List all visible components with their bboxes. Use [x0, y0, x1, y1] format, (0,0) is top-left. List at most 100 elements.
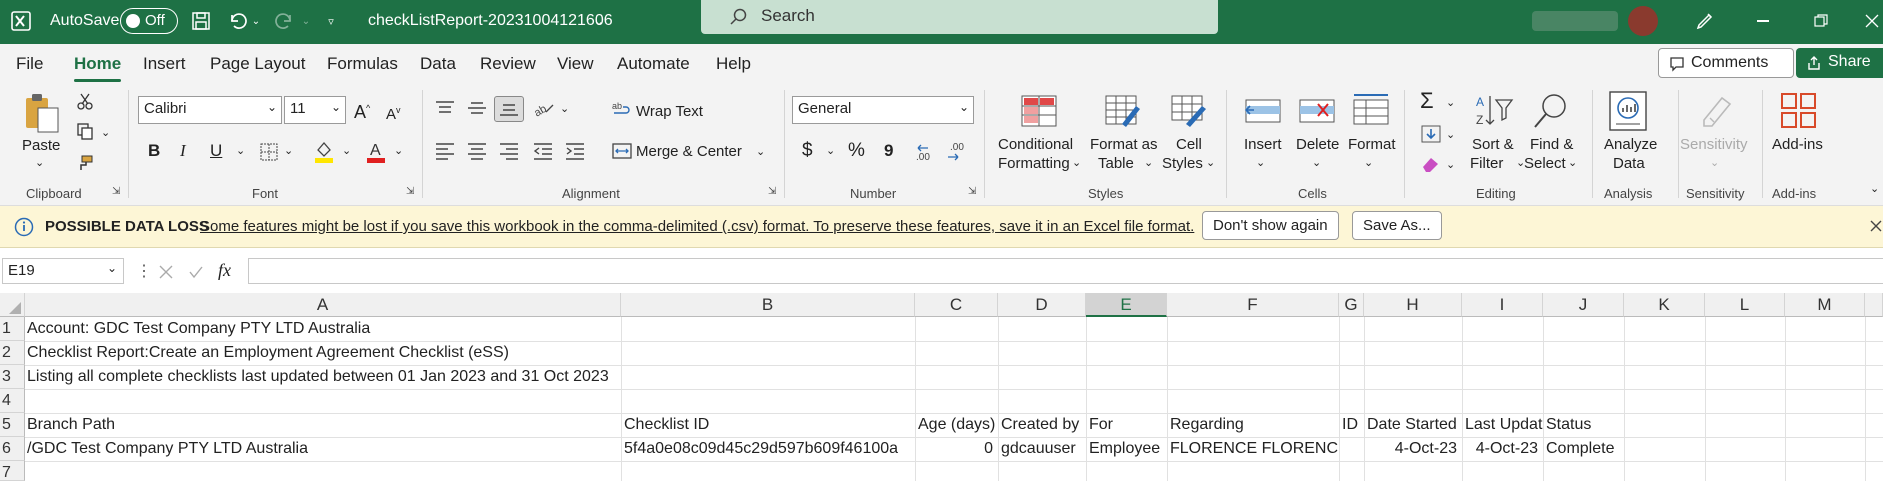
number-launcher-icon[interactable]: ⇲ [968, 186, 976, 197]
select-all-corner[interactable] [0, 293, 25, 317]
number-format-combo[interactable]: General ⌄ [792, 96, 974, 124]
wrap-text-label[interactable]: Wrap Text [636, 103, 703, 121]
column-header-b[interactable]: B [621, 293, 915, 317]
row-header-5[interactable]: 5 [0, 413, 25, 437]
font-size-combo[interactable]: 11 ⌄ [284, 96, 346, 124]
delete-label[interactable]: Delete [1296, 136, 1339, 154]
cell-styles-label2[interactable]: Styles [1162, 155, 1203, 173]
font-launcher-icon[interactable]: ⇲ [406, 186, 414, 197]
borders-dropdown-icon[interactable]: ⌄ [284, 142, 293, 160]
cell-styles-icon[interactable] [1170, 94, 1208, 131]
increase-decimal-icon[interactable]: .00 [914, 140, 938, 167]
align-center-icon[interactable] [466, 142, 488, 163]
conditional-formatting-label1[interactable]: Conditional [998, 136, 1073, 154]
chevron-down-icon[interactable]: ⌄ [1206, 154, 1215, 172]
row-header-1[interactable]: 1 [0, 317, 25, 341]
underline-button[interactable]: U [210, 142, 222, 160]
align-middle-icon[interactable] [466, 100, 488, 119]
copy-dropdown-icon[interactable]: ⌄ [101, 124, 110, 142]
find-select-label2[interactable]: Select [1524, 155, 1566, 173]
collapse-ribbon-icon[interactable]: ⌄ [1870, 180, 1879, 198]
percent-button[interactable]: % [848, 141, 865, 160]
row-header-4[interactable]: 4 [0, 389, 25, 413]
chevron-down-icon[interactable]: ⌄ [1364, 154, 1373, 172]
cell-b5[interactable]: Checklist ID [622, 413, 915, 437]
sort-filter-label1[interactable]: Sort & [1472, 136, 1514, 154]
chevron-down-icon[interactable]: ⌄ [1568, 154, 1577, 172]
cell-g5[interactable]: ID [1340, 413, 1364, 437]
cell-f6[interactable]: FLORENCE FLORENCE [1168, 437, 1339, 461]
add-ins-icon[interactable] [1780, 92, 1818, 133]
dont-show-again-button[interactable]: Don't show again [1202, 211, 1339, 240]
cell-j6[interactable]: Complete [1544, 437, 1624, 461]
tab-insert[interactable]: Insert [143, 54, 186, 74]
warning-message-link[interactable]: Some features might be lost if you save … [200, 218, 1194, 235]
fill-color-dropdown-icon[interactable]: ⌄ [342, 142, 351, 160]
borders-icon[interactable] [260, 143, 280, 164]
analyze-data-icon[interactable] [1608, 90, 1648, 135]
cell-a5[interactable]: Branch Path [25, 413, 621, 437]
insert-label[interactable]: Insert [1244, 136, 1282, 154]
decrease-indent-icon[interactable] [532, 142, 554, 163]
column-header-j[interactable]: J [1543, 293, 1624, 317]
analyze-data-label2[interactable]: Data [1613, 155, 1645, 173]
format-painter-icon[interactable] [76, 154, 94, 175]
cut-icon[interactable] [76, 92, 94, 113]
autosum-dropdown-icon[interactable]: ⌄ [1446, 94, 1455, 112]
chevron-down-icon[interactable]: ⌄ [1256, 154, 1265, 172]
paste-label[interactable]: Paste [22, 137, 60, 155]
cell-a2[interactable]: Checklist Report:Create an Employment Ag… [25, 341, 925, 365]
currency-dropdown-icon[interactable]: ⌄ [826, 142, 835, 160]
cell-styles-label1[interactable]: Cell [1176, 136, 1202, 154]
cell-d5[interactable]: Created by [999, 413, 1086, 437]
column-header-h[interactable]: H [1364, 293, 1462, 317]
column-header-c[interactable]: C [915, 293, 998, 317]
cell-j5[interactable]: Status [1544, 413, 1624, 437]
tab-view[interactable]: View [557, 54, 594, 74]
chevron-down-icon[interactable]: ⌄ [1312, 154, 1321, 172]
cell-a1[interactable]: Account: GDC Test Company PTY LTD Austra… [25, 317, 925, 341]
cell-a3[interactable]: Listing all complete checklists last upd… [25, 365, 925, 389]
align-right-icon[interactable] [498, 142, 520, 163]
orientation-dropdown-icon[interactable]: ⌄ [560, 100, 569, 118]
italic-button[interactable]: I [180, 142, 186, 160]
column-header-d[interactable]: D [998, 293, 1086, 317]
undo-icon[interactable] [224, 8, 250, 34]
clear-icon[interactable] [1420, 154, 1442, 177]
tab-home[interactable]: Home [74, 54, 122, 82]
font-color-dropdown-icon[interactable]: ⌄ [394, 142, 403, 160]
merge-center-icon[interactable] [612, 142, 632, 163]
cell-e6[interactable]: Employee [1087, 437, 1167, 461]
paste-chevron-icon[interactable]: ⌄ [35, 154, 44, 172]
format-as-table-label1[interactable]: Format as [1090, 136, 1158, 154]
delete-cells-icon[interactable] [1298, 94, 1336, 131]
cell-f5[interactable]: Regarding [1168, 413, 1339, 437]
sort-filter-icon[interactable]: AZ [1474, 92, 1514, 135]
close-icon[interactable] [1860, 8, 1883, 34]
merge-center-dropdown-icon[interactable]: ⌄ [756, 143, 765, 161]
save-icon[interactable] [188, 8, 214, 34]
increase-font-icon[interactable]: A^ [354, 99, 370, 121]
autosave-toggle[interactable]: Off [120, 8, 178, 34]
merge-center-label[interactable]: Merge & Center [636, 143, 742, 161]
pen-icon[interactable] [1692, 8, 1718, 34]
sort-filter-label2[interactable]: Filter [1470, 155, 1503, 173]
align-left-icon[interactable] [434, 142, 456, 163]
find-select-label1[interactable]: Find & [1530, 136, 1573, 154]
add-ins-label[interactable]: Add-ins [1772, 136, 1823, 154]
column-header-n[interactable] [1865, 293, 1883, 317]
conditional-formatting-label2[interactable]: Formatting [998, 155, 1070, 173]
cell-c6[interactable]: 0 [916, 437, 996, 461]
customize-toolbar-icon[interactable]: ▿ [322, 10, 340, 32]
tab-formulas[interactable]: Formulas [327, 54, 398, 74]
cell-d6[interactable]: gdcauuser [999, 437, 1086, 461]
comma-style-button[interactable]: 9 [884, 142, 893, 160]
close-warning-icon[interactable] [1870, 220, 1882, 235]
column-header-g[interactable]: G [1339, 293, 1364, 317]
file-name-chevron-icon[interactable]: ⌄ [591, 10, 607, 32]
cell-i5[interactable]: Last Updat [1463, 413, 1543, 437]
restore-icon[interactable] [1806, 8, 1836, 34]
search-box[interactable]: Search [701, 0, 1218, 34]
save-as-button[interactable]: Save As... [1352, 211, 1442, 240]
column-header-i[interactable]: I [1462, 293, 1543, 317]
